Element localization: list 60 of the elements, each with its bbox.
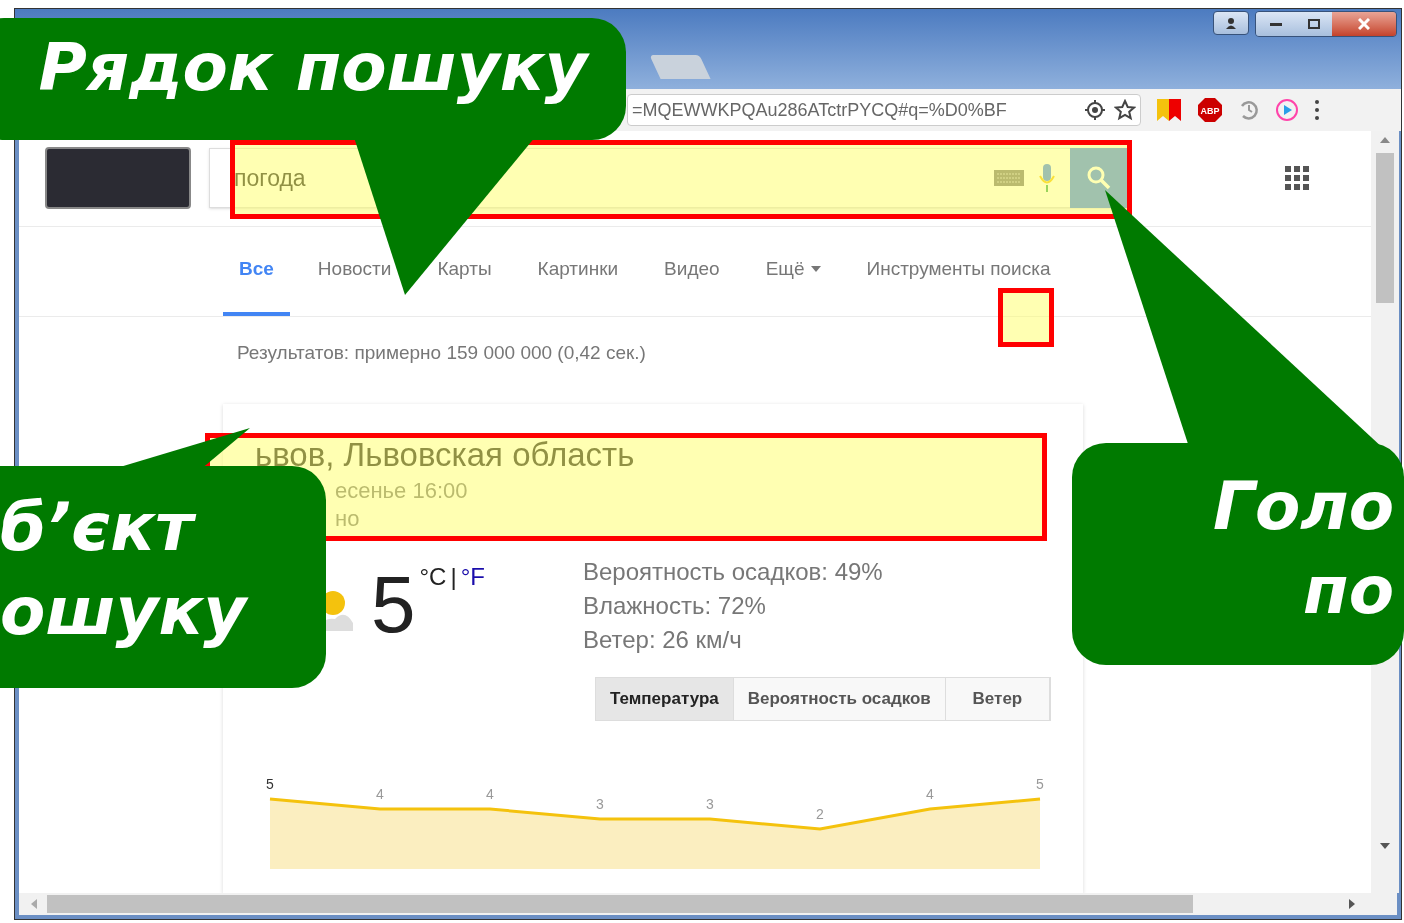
search-tab[interactable]: Инструменты поиска	[850, 226, 1067, 317]
profile-button[interactable]	[1213, 11, 1249, 35]
close-button[interactable]	[1332, 12, 1396, 36]
close-icon	[1358, 18, 1370, 30]
star-icon[interactable]	[1114, 99, 1136, 121]
scroll-down-icon[interactable]	[1380, 843, 1390, 849]
play-icon[interactable]	[1275, 98, 1299, 122]
results-count: Результатов: примерно 159 000 000 (0,42 сек.)	[237, 341, 646, 366]
highlight-frame	[998, 288, 1054, 347]
chart-tab[interactable]: Температура	[596, 677, 734, 720]
maximize-button[interactable]	[1296, 12, 1332, 36]
unit-toggle[interactable]: °C	[419, 558, 447, 589]
search-tab[interactable]: Все	[223, 226, 290, 317]
horizontal-scrollbar[interactable]	[19, 893, 1397, 915]
search-tab[interactable]: Видео	[648, 226, 736, 317]
callout-text: ошуку	[0, 572, 250, 652]
scrollbar-thumb[interactable]	[47, 895, 1193, 913]
location-icon[interactable]	[1084, 99, 1106, 121]
chart-tab[interactable]: Ветер	[945, 677, 1050, 720]
weather-condition: но	[334, 506, 361, 531]
data-label: 4	[376, 785, 384, 802]
callout-text: Голо	[1212, 467, 1394, 547]
user-icon	[1225, 17, 1237, 29]
search-tab[interactable]: Картинки	[521, 226, 635, 317]
bookmark-icon[interactable]	[1155, 98, 1183, 122]
callout-text: по	[1303, 551, 1394, 631]
temperature-value: 5	[371, 564, 416, 651]
location-title: ьвов, Львовская область	[255, 435, 636, 474]
callout-text: б’єкт	[0, 486, 326, 570]
data-label: 3	[706, 795, 714, 812]
minimize-icon	[1270, 22, 1282, 26]
search-icon	[1086, 165, 1112, 192]
data-label: 5	[266, 775, 274, 792]
address-bar[interactable]: =MQEWWKPQAu286ATctrPYCQ#q=%D0%BF	[627, 94, 1141, 126]
data-label: 4	[926, 785, 934, 802]
google-doodle-logo[interactable]	[45, 147, 191, 210]
unit-separator: |	[450, 561, 457, 589]
chart-tab[interactable]: Вероятность осадков	[733, 677, 946, 720]
more-menu[interactable]: Ещё	[749, 226, 837, 317]
menu-icon[interactable]	[1313, 99, 1321, 121]
maximize-icon	[1308, 19, 1320, 29]
search-query: погода	[233, 164, 307, 194]
callout-text: Рядок пошуку	[38, 28, 588, 108]
scroll-right-icon[interactable]	[1349, 899, 1355, 909]
scroll-up-icon[interactable]	[1380, 137, 1390, 143]
data-label: 4	[486, 785, 494, 802]
data-label: 3	[596, 795, 604, 812]
weather-time: есенье 16:00	[334, 476, 469, 505]
weather-detail: Вероятность осадков: 49%	[582, 556, 883, 587]
data-label: 5	[1036, 775, 1044, 792]
adblock-icon[interactable]: ABP	[1197, 97, 1223, 123]
unit-toggle[interactable]: °F	[460, 558, 485, 589]
caret-icon	[810, 266, 821, 273]
weather-detail: Влажность: 72%	[582, 590, 767, 621]
scrollbar-thumb[interactable]	[1376, 153, 1394, 303]
url-text: =MQEWWKPQAu286ATctrPYCQ#q=%D0%BF	[632, 98, 1008, 122]
weather-detail: Ветер: 26 км/ч	[582, 624, 743, 655]
minimize-button[interactable]	[1256, 12, 1296, 36]
data-label: 2	[816, 805, 824, 822]
apps-grid-icon[interactable]	[1285, 166, 1309, 191]
